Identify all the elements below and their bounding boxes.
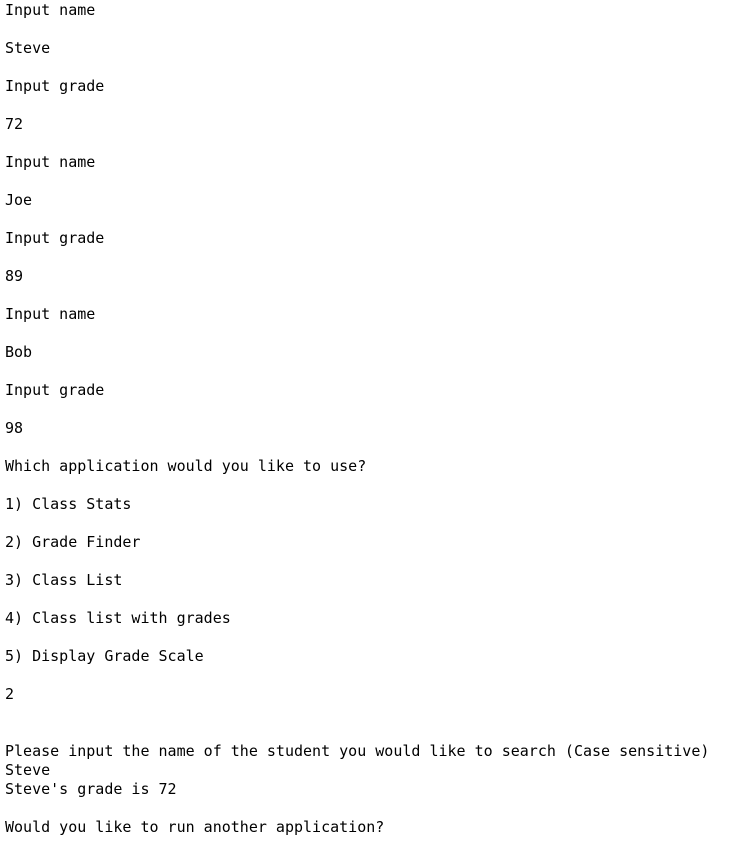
user-input-name: Steve	[5, 39, 51, 57]
menu-option-class-stats: 1) Class Stats	[5, 495, 132, 513]
user-input-name: Joe	[5, 191, 33, 209]
menu-option-grade-finder: 2) Grade Finder	[5, 533, 141, 551]
user-input-grade: 98	[5, 419, 24, 437]
menu-option-class-list: 3) Class List	[5, 571, 123, 589]
prompt-input-name: Input name	[5, 305, 96, 323]
prompt-application-menu: Which application would you like to use?	[5, 457, 367, 475]
search-result: Steve's grade is 72	[5, 780, 177, 798]
user-search-input: Steve	[5, 761, 51, 779]
console-output: Input name Steve Input grade 72 Input na…	[5, 0, 725, 854]
prompt-run-another: Would you like to run another applicatio…	[5, 818, 385, 836]
user-menu-choice: 2	[5, 685, 15, 703]
menu-option-class-list-with-grades: 4) Class list with grades	[5, 609, 231, 627]
prompt-input-grade: Input grade	[5, 381, 105, 399]
prompt-search-student: Please input the name of the student you…	[5, 742, 710, 760]
menu-option-display-grade-scale: 5) Display Grade Scale	[5, 647, 204, 665]
user-input-name: Bob	[5, 343, 33, 361]
user-input-grade: 72	[5, 115, 24, 133]
prompt-input-name: Input name	[5, 153, 96, 171]
user-input-grade: 89	[5, 267, 24, 285]
prompt-input-name: Input name	[5, 1, 96, 19]
prompt-input-grade: Input grade	[5, 77, 105, 95]
prompt-input-grade: Input grade	[5, 229, 105, 247]
